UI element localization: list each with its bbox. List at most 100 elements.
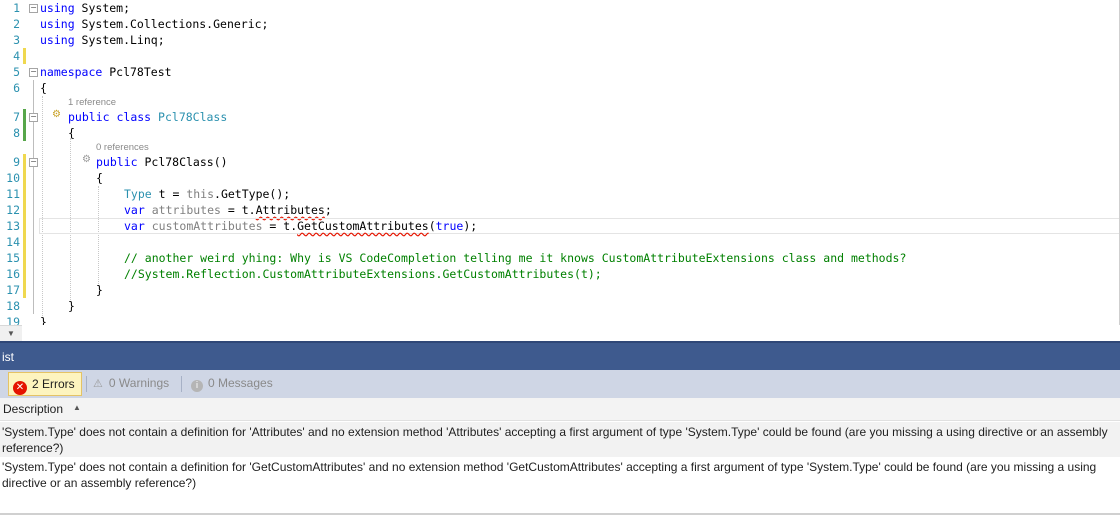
line-number: 1 [13, 1, 20, 15]
collapse-icon[interactable]: − [29, 4, 38, 13]
code-line-6: 6 { [0, 80, 1119, 96]
code-text: { [68, 126, 75, 140]
codelens-references[interactable]: 0 references [96, 142, 149, 154]
collapse-icon[interactable]: − [29, 113, 38, 122]
warnings-label: 0 Warnings [108, 376, 170, 390]
keyword: public [68, 110, 110, 124]
line-number: 8 [13, 126, 20, 140]
code-editor[interactable]: 1 − using System; 2 using System.Collect… [0, 0, 1120, 325]
code-text: } [68, 299, 75, 313]
keyword: using [40, 33, 75, 47]
line-number: 12 [6, 203, 20, 217]
line-number: 9 [13, 155, 20, 169]
line-number: 18 [6, 299, 20, 313]
collapse-icon[interactable]: − [29, 158, 38, 167]
code-text: System; [74, 1, 131, 15]
error-icon: ✕ [13, 381, 27, 395]
code-text: } [96, 283, 103, 297]
change-marker [23, 282, 26, 298]
code-text: { [40, 81, 47, 95]
code-line-9: 9 − ⚙ public Pcl78Class() [0, 154, 1119, 170]
line-number: 5 [13, 65, 20, 79]
toolbar-separator [86, 376, 87, 392]
messages-label: 0 Messages [208, 376, 273, 390]
line-number: 11 [6, 187, 20, 201]
keyword: using [40, 17, 75, 31]
code-text: ; [324, 203, 332, 217]
keyword: public [96, 155, 138, 169]
line-number: 3 [13, 33, 20, 47]
info-icon: i [191, 380, 203, 392]
change-marker [23, 234, 26, 250]
line-number: 15 [6, 251, 20, 265]
code-text: System.Collections.Generic; [74, 17, 269, 31]
errors-label: 2 Errors [32, 377, 75, 391]
code-line-16: 16 //System.Reflection.CustomAttributeEx… [0, 266, 1119, 282]
code-text: = t. [262, 219, 298, 233]
code-comment: //System.Reflection.CustomAttributeExten… [124, 267, 602, 281]
panel-title: ist [2, 350, 14, 364]
line-number: 13 [6, 219, 20, 233]
codelens-references[interactable]: 1 reference [68, 97, 116, 109]
sort-ascending-icon: ▲ [73, 403, 81, 412]
error-description: 'System.Type' does not contain a definit… [2, 460, 1097, 490]
variable-name: customAttributes [151, 219, 263, 233]
collapse-icon[interactable]: − [29, 68, 38, 77]
keyword: this [186, 187, 215, 201]
error-squiggle[interactable]: GetCustomAttributes [297, 219, 429, 233]
column-header-description[interactable]: Description ▲ [0, 398, 1120, 421]
change-marker [23, 48, 26, 64]
line-number: 4 [13, 49, 20, 63]
change-marker [23, 250, 26, 266]
code-text: .GetType(); [214, 187, 291, 201]
chevron-down-icon: ▼ [7, 329, 15, 338]
code-line-17: 17 } [0, 282, 1119, 298]
code-line-15: 15 // another weird yhing: Why is VS Cod… [0, 250, 1119, 266]
class-name: Pcl78Class [158, 110, 228, 124]
code-line-10: 10 { [0, 170, 1119, 186]
line-number: 19 [6, 315, 20, 325]
code-text: System.Linq; [74, 33, 165, 47]
toolbar-separator [181, 376, 182, 392]
change-marker [23, 202, 26, 218]
code-text: ( [428, 219, 436, 233]
method-icon: ⚙ [82, 154, 91, 165]
line-number: 17 [6, 283, 20, 297]
error-row[interactable]: 'System.Type' does not contain a definit… [0, 457, 1120, 493]
warnings-filter-button[interactable]: ⚠ 0 Warnings [93, 372, 169, 394]
error-list-title-bar[interactable]: ist [0, 341, 1120, 372]
code-text: t = [151, 187, 187, 201]
line-number: 2 [13, 17, 20, 31]
error-row[interactable]: 'System.Type' does not contain a definit… [0, 422, 1120, 458]
code-line-4: 4 [0, 48, 1119, 64]
type-name: Type [124, 187, 152, 201]
code-line-5: 5 − namespace Pcl78Test [0, 64, 1119, 80]
change-marker [23, 154, 26, 170]
code-line-13: 13 var customAttributes = t.GetCustomAtt… [0, 218, 1119, 234]
scroll-down-button[interactable]: ▼ [0, 325, 22, 341]
line-number: 16 [6, 267, 20, 281]
errors-filter-button[interactable]: ✕ 2 Errors [8, 372, 82, 396]
code-text: ); [463, 219, 478, 233]
code-text: = t. [220, 203, 256, 217]
code-line-8: 8 { [0, 125, 1119, 141]
change-marker [23, 109, 26, 125]
class-icon: ⚙ [52, 109, 61, 120]
line-number: 10 [6, 171, 20, 185]
messages-filter-button[interactable]: i 0 Messages [191, 372, 273, 394]
error-list-toolbar: ✕ 2 Errors ⚠ 0 Warnings i 0 Messages [0, 370, 1120, 398]
variable-name: attributes [151, 203, 221, 217]
change-marker [23, 125, 26, 141]
code-line-12: 12 var attributes = t.Attributes; [0, 202, 1119, 218]
keyword: var [124, 219, 145, 233]
code-text: Pcl78Class() [137, 155, 228, 169]
keyword: var [124, 203, 145, 217]
keyword: class [116, 110, 152, 124]
error-description: 'System.Type' does not contain a definit… [2, 425, 1108, 455]
code-text: } [40, 315, 47, 325]
column-header-label: Description [3, 402, 64, 416]
code-line-11: 11 Type t = this.GetType(); [0, 186, 1119, 202]
change-marker [23, 170, 26, 186]
error-squiggle[interactable]: Attributes [256, 203, 325, 217]
code-text: { [96, 171, 103, 185]
